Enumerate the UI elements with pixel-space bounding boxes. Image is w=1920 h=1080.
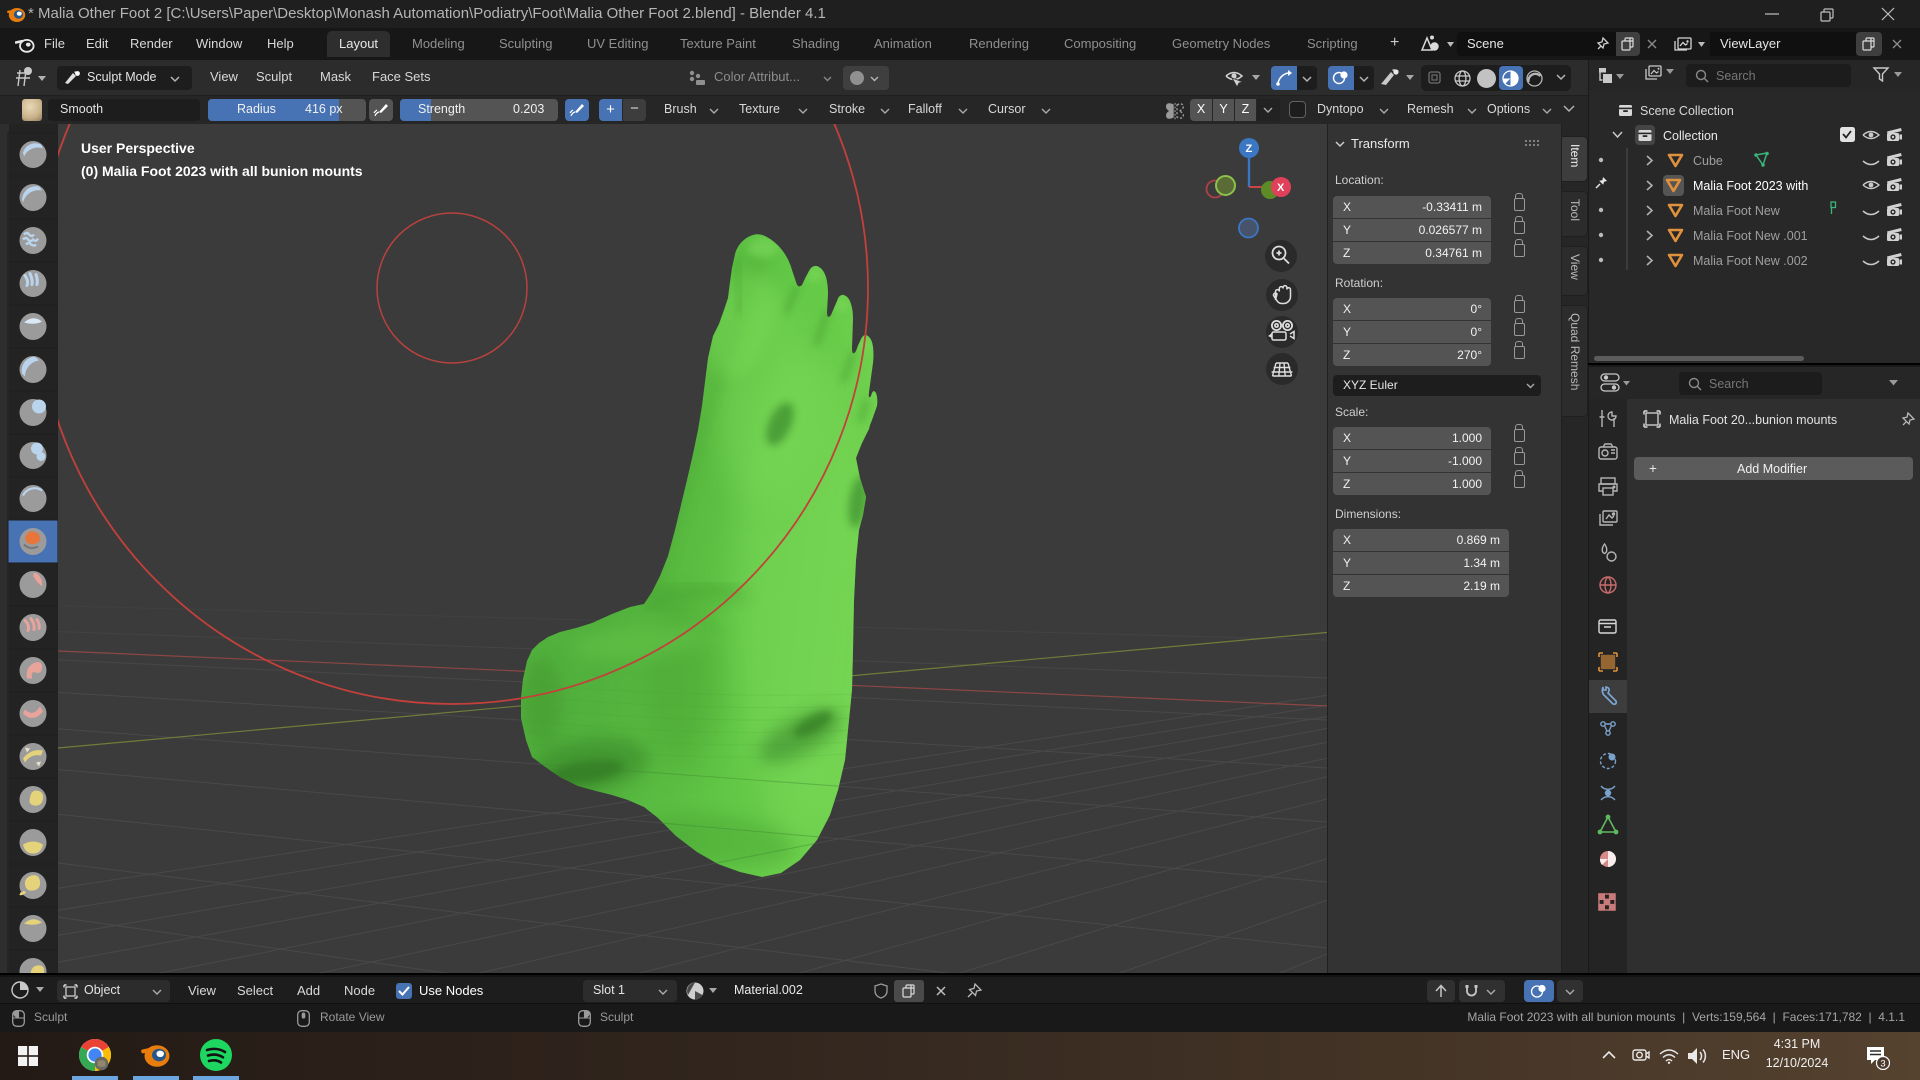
svg-text:Malia Foot 20...bunion mounts: Malia Foot 20...bunion mounts: [1669, 413, 1837, 427]
svg-text:Malia Foot New .002: Malia Foot New .002: [1693, 254, 1808, 268]
svg-text:Search: Search: [1716, 69, 1756, 83]
svg-text:Malia Foot New .001: Malia Foot New .001: [1693, 229, 1808, 243]
svg-text:Add Modifier: Add Modifier: [1737, 462, 1807, 476]
svg-text:+: +: [1649, 461, 1657, 476]
svg-text:Scene Collection: Scene Collection: [1640, 104, 1734, 118]
svg-text:Search: Search: [1709, 377, 1749, 391]
svg-text:Malia Foot 2023 with: Malia Foot 2023 with: [1693, 179, 1808, 193]
svg-text:Cube: Cube: [1693, 154, 1723, 168]
svg-text:Malia Foot New: Malia Foot New: [1693, 204, 1781, 218]
svg-text:Z: Z: [1246, 143, 1253, 155]
svg-text:X: X: [1277, 182, 1285, 194]
svg-text:User Perspective: User Perspective: [81, 140, 195, 156]
svg-text:3: 3: [1880, 1059, 1885, 1070]
svg-text:(0) Malia Foot 2023 with all b: (0) Malia Foot 2023 with all bunion moun…: [81, 163, 363, 179]
svg-text:Collection: Collection: [1663, 129, 1718, 143]
